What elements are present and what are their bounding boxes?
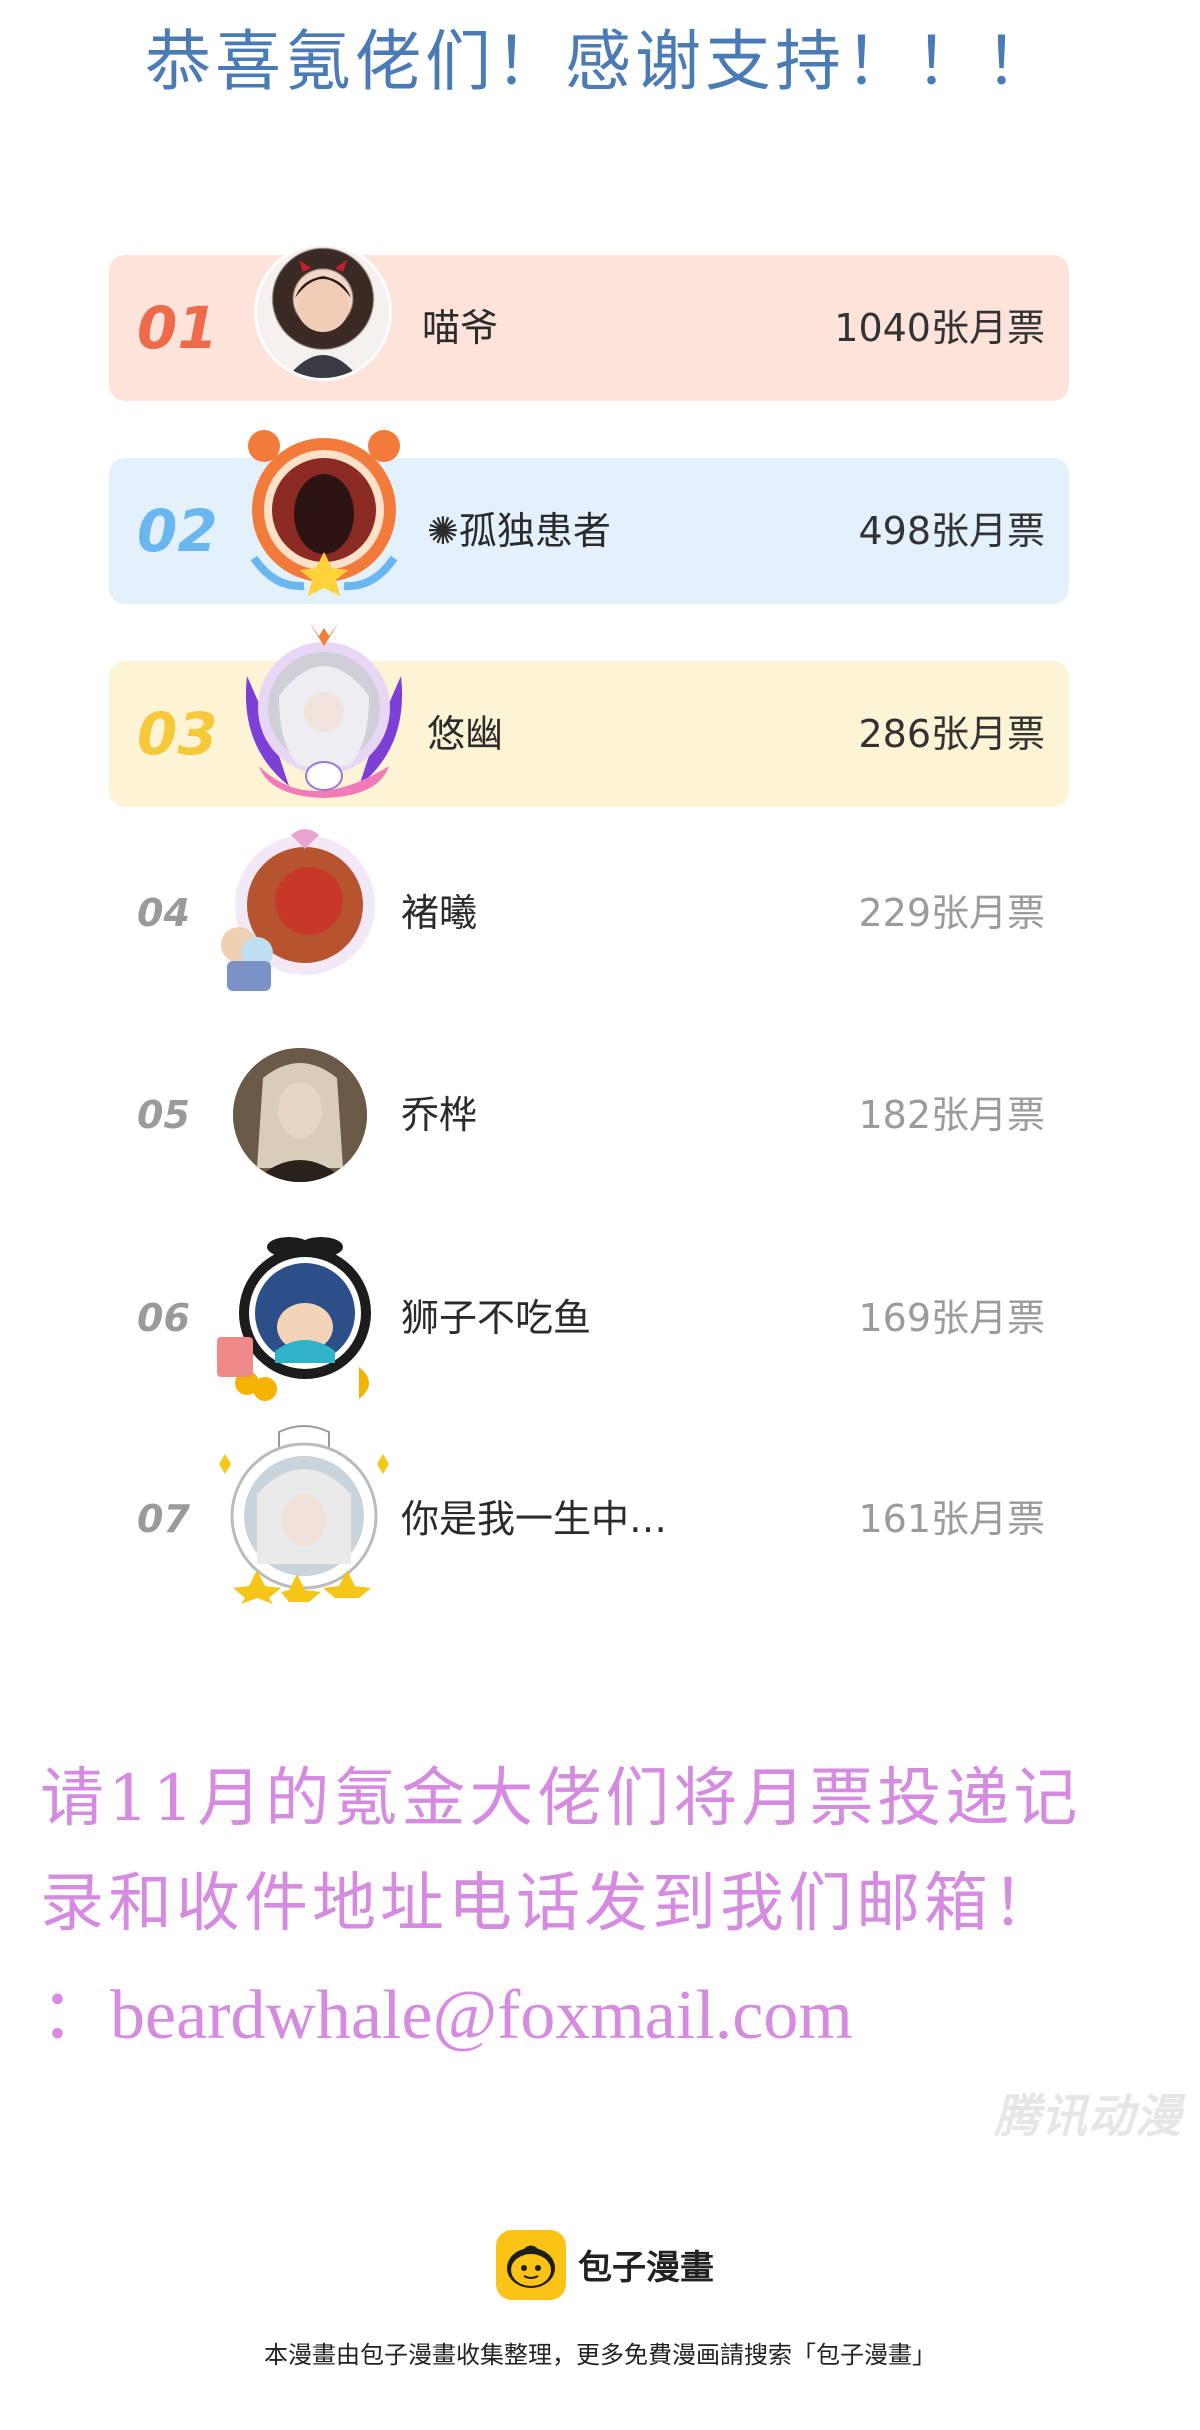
user-name: 狮子不吃鱼 [401, 1296, 592, 1340]
ranking-row-3[interactable]: 03 悠幽 286张月票 [109, 622, 1069, 807]
rank-number: 07 [137, 1497, 190, 1541]
avatar-portrait-icon [233, 1048, 367, 1182]
vote-count: 498张月票 [858, 509, 1045, 553]
avatar-portrait-icon [287, 260, 359, 378]
heart-frame-icon [209, 825, 389, 995]
user-name: 乔桦 [401, 1093, 478, 1137]
ranking-row-1[interactable]: 01 喵爷 1040张月票 [109, 243, 1069, 401]
notice-line-1: 请11月的氪金大佬们将月票投递记 [40, 1762, 1082, 1836]
contact-email[interactable]: ：beardwhale@foxmail.com [40, 1958, 853, 2059]
vote-count: 161张月票 [858, 1497, 1045, 1541]
user-name: 褚曦 [401, 891, 478, 935]
page-title: 恭喜氪佬们！感谢支持！！！ [145, 23, 1055, 100]
vote-count: 229张月票 [858, 891, 1045, 935]
footer-note: 本漫畫由包子漫畫收集整理，更多免費漫画請搜索「包子漫畫」 [264, 2341, 936, 2369]
ranking-row-2[interactable]: 02 ✺孤独患者 498张月票 [109, 430, 1069, 604]
penguin-frame-icon [209, 1424, 399, 1604]
vote-count: 169张月票 [858, 1296, 1045, 1340]
crab-frame-icon [234, 418, 414, 598]
vote-count: 182张月票 [858, 1093, 1045, 1137]
user-avatar[interactable] [254, 243, 392, 381]
brand-name: 包子漫畫 [578, 2248, 714, 2288]
rank-number: 06 [137, 1296, 190, 1340]
user-name: 你是我一生中… [401, 1497, 668, 1541]
user-name: 悠幽 [427, 712, 504, 756]
rank-number: 04 [137, 891, 190, 935]
user-name: 喵爷 [422, 306, 499, 350]
vote-count: 1040张月票 [834, 306, 1045, 350]
ranking-row-6[interactable]: 06 狮子不吃鱼 169张月票 [109, 1237, 1069, 1401]
rank-number: 05 [137, 1093, 190, 1137]
rank-number: 02 [137, 497, 218, 565]
ranking-row-5[interactable]: 05 乔桦 182张月票 [109, 1042, 1069, 1188]
notice-line-2: 录和收件地址电话发到我们邮箱！ [40, 1867, 1060, 1941]
vote-count: 286张月票 [858, 712, 1045, 756]
striped-frame-icon [209, 1233, 389, 1403]
ranking-row-7[interactable]: 07 你是我一生中… 161张月票 [109, 1425, 1069, 1604]
tencent-comic-watermark: 腾讯动漫 [994, 2089, 1182, 2143]
ranking-row-4[interactable]: 04 褚曦 229张月票 [109, 829, 1069, 991]
rank-number: 03 [137, 700, 218, 768]
wing-frame-icon [229, 616, 419, 806]
user-avatar[interactable] [233, 1048, 367, 1182]
rank-number: 01 [137, 294, 218, 362]
baozi-logo-icon [496, 2230, 566, 2300]
user-name: ✺孤独患者 [427, 509, 611, 553]
